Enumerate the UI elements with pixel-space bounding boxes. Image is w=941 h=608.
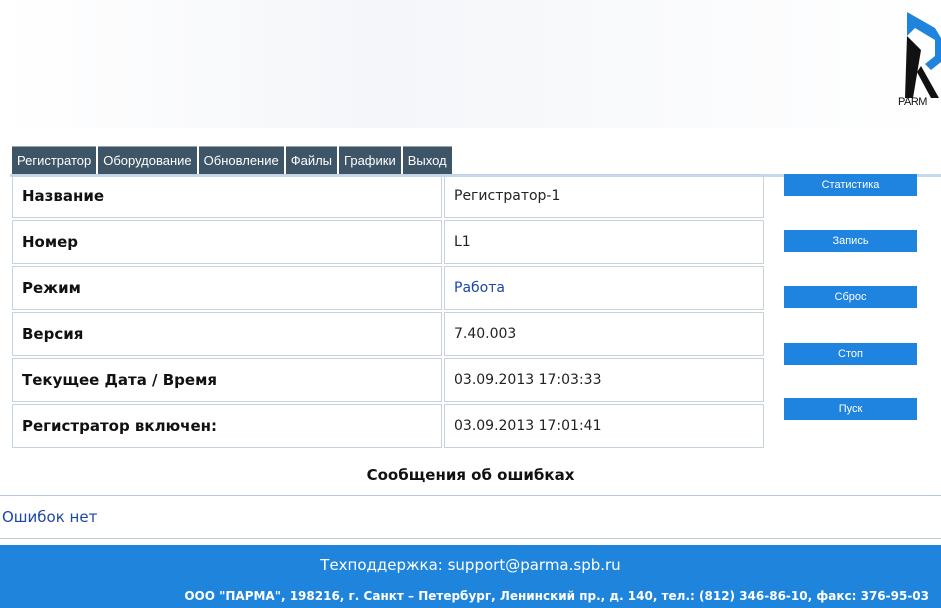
errors-heading: Сообщения об ошибках (366, 466, 575, 484)
tab-registrator[interactable]: Регистратор (12, 146, 97, 175)
company-info: ООО "ПАРМА", 198216, г. Санкт – Петербур… (184, 589, 929, 603)
version-label: Версия (12, 312, 442, 356)
tab-update[interactable]: Обновление (198, 146, 284, 175)
reset-button[interactable]: Сброс (784, 286, 917, 308)
name-value: Регистратор-1 (444, 174, 764, 218)
start-button[interactable]: Пуск (784, 398, 917, 420)
support-contact: Техподдержка: support@parma.spb.ru (320, 556, 621, 574)
errors-message: Ошибок нет (2, 508, 98, 526)
footer: Техподдержка: support@parma.spb.ru ООО "… (0, 545, 941, 608)
statistics-button[interactable]: Статистика (784, 174, 917, 196)
powered-on-value: 03.09.2013 17:01:41 (444, 404, 764, 448)
stop-button[interactable]: Стоп (784, 343, 917, 365)
current-datetime-value: 03.09.2013 17:03:33 (444, 358, 764, 402)
table-row: Версия 7.40.003 (12, 312, 764, 356)
header-background (0, 0, 941, 128)
mode-label: Режим (12, 266, 442, 310)
tab-exit[interactable]: Выход (402, 146, 452, 175)
tab-charts[interactable]: Графики (339, 146, 401, 175)
number-value: L1 (444, 220, 764, 264)
registrator-info-table: Название Регистратор-1 Номер L1 Режим Ра… (10, 172, 766, 450)
errors-panel: Ошибок нет (0, 495, 941, 539)
main-tabs: Регистратор Оборудование Обновление Файл… (12, 146, 454, 175)
powered-on-label: Регистратор включен: (12, 404, 442, 448)
tab-files[interactable]: Файлы (285, 146, 338, 175)
name-label: Название (12, 174, 442, 218)
logo-text: PARM (898, 96, 927, 108)
version-value: 7.40.003 (444, 312, 764, 356)
table-row: Номер L1 (12, 220, 764, 264)
current-datetime-label: Текущее Дата / Время (12, 358, 442, 402)
tab-equipment[interactable]: Оборудование (98, 146, 197, 175)
table-row: Текущее Дата / Время 03.09.2013 17:03:33 (12, 358, 764, 402)
mode-value: Работа (444, 266, 764, 310)
table-row: Режим Работа (12, 266, 764, 310)
number-label: Номер (12, 220, 442, 264)
table-row: Название Регистратор-1 (12, 174, 764, 218)
record-button[interactable]: Запись (784, 230, 917, 252)
table-row: Регистратор включен: 03.09.2013 17:01:41 (12, 404, 764, 448)
